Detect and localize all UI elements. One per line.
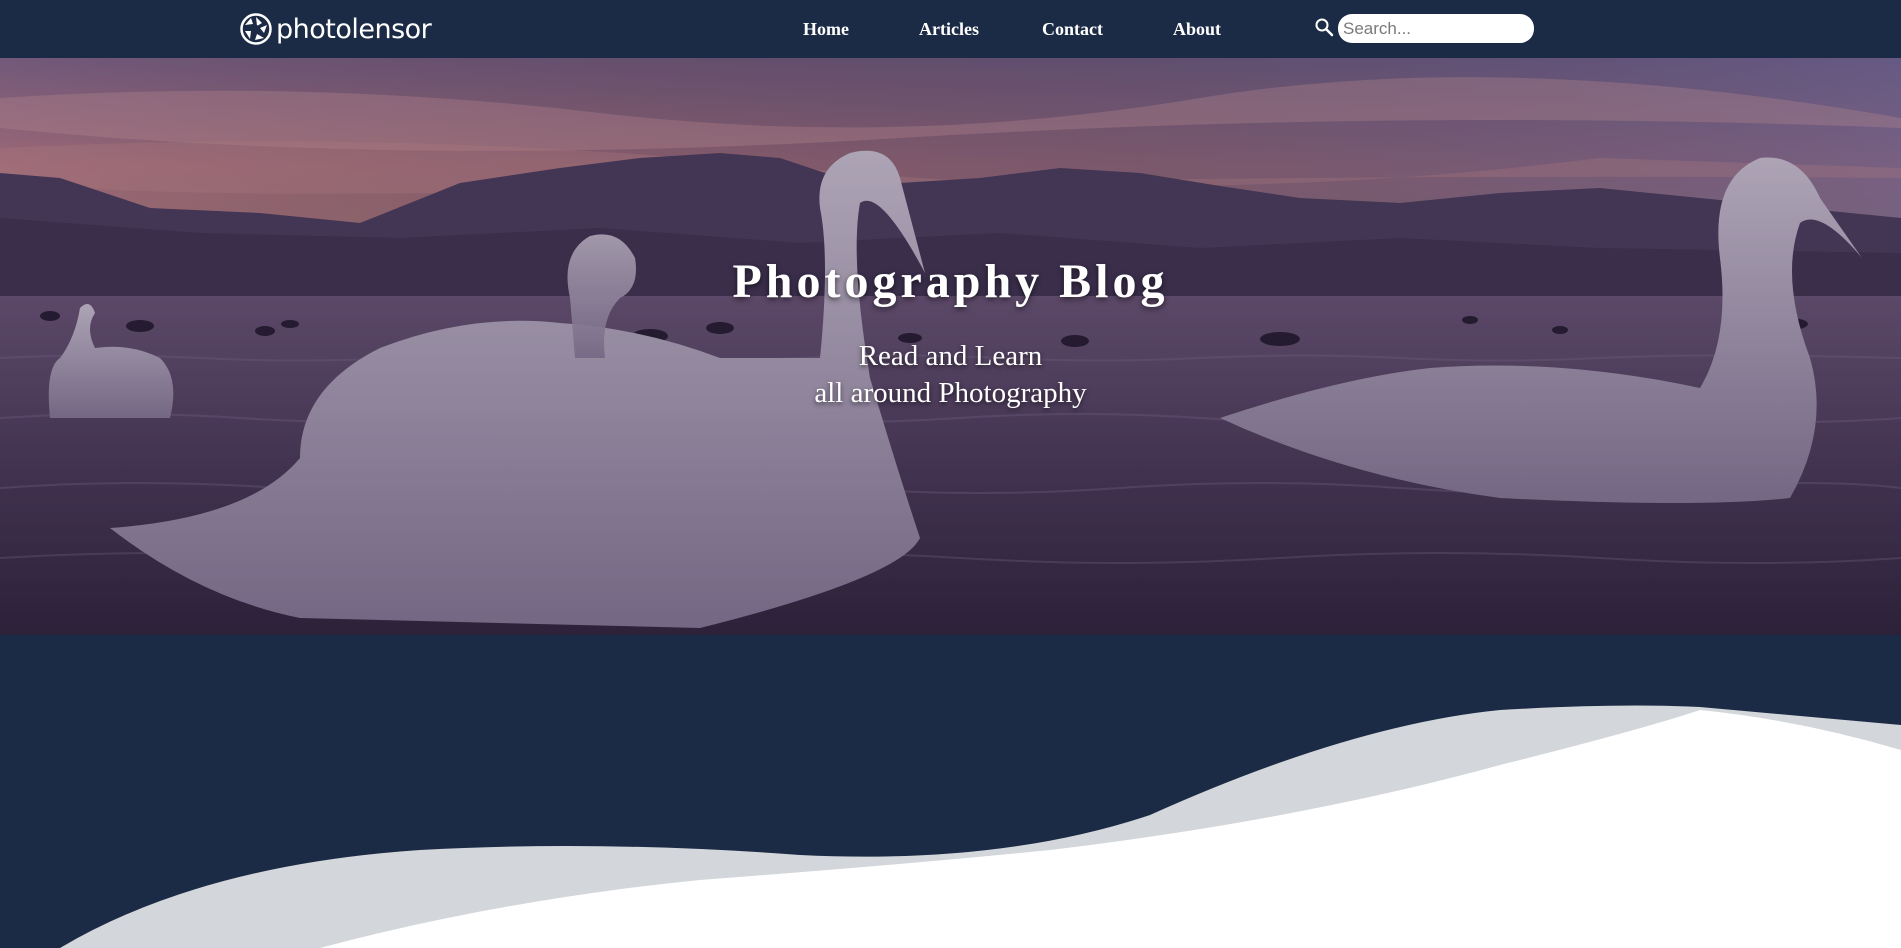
- hero-subtitle-line1: Read and Learn: [858, 340, 1043, 372]
- logo-text: photolensor: [276, 13, 432, 45]
- hero-title: Photography Blog: [732, 255, 1169, 308]
- hero-banner: Photography Blog Read and Learn all arou…: [0, 58, 1901, 635]
- search-box: [1314, 14, 1534, 43]
- nav-contact[interactable]: Contact: [1042, 19, 1103, 40]
- nav-articles[interactable]: Articles: [919, 19, 979, 40]
- nav-about[interactable]: About: [1173, 19, 1221, 40]
- hero-subtitle-line2: all around Photography: [814, 377, 1087, 409]
- search-input[interactable]: [1338, 14, 1534, 43]
- site-header: photolensor Home Articles Contact About: [0, 0, 1901, 58]
- aperture-icon: [240, 13, 272, 45]
- nav-home[interactable]: Home: [803, 19, 849, 40]
- wave-decoration: [0, 635, 1901, 948]
- logo-link[interactable]: photolensor: [240, 12, 432, 46]
- search-icon[interactable]: [1314, 17, 1334, 37]
